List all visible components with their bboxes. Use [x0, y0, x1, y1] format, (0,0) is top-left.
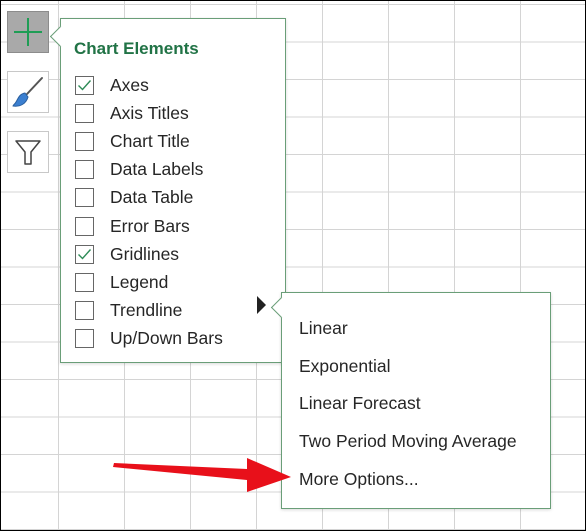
checkmark-icon	[78, 79, 92, 91]
element-item-gridlines[interactable]: Gridlines	[75, 240, 223, 268]
checkmark-icon	[78, 248, 92, 260]
funnel-icon	[15, 140, 41, 165]
chart-elements-popup: Chart Elements Axes Axis Titles Chart Ti…	[49, 18, 286, 363]
element-label: Data Labels	[110, 159, 204, 180]
element-label: Up/Down Bars	[110, 328, 223, 349]
trendline-option-two-period-moving-average[interactable]: Two Period Moving Average	[299, 423, 517, 461]
chart-elements-button[interactable]	[7, 11, 49, 53]
element-item-data-table[interactable]: Data Table	[75, 184, 223, 212]
element-label: Axes	[110, 74, 149, 95]
element-item-up-down-bars[interactable]: Up/Down Bars	[75, 325, 223, 353]
plus-icon	[14, 18, 42, 46]
paintbrush-icon	[12, 77, 43, 107]
element-item-legend[interactable]: Legend	[75, 268, 223, 296]
element-item-data-labels[interactable]: Data Labels	[75, 156, 223, 184]
legend-checkbox[interactable]	[75, 272, 94, 292]
trendline-submenu-arrow-icon[interactable]	[257, 296, 266, 314]
trendline-submenu: Linear Exponential Linear Forecast Two P…	[270, 292, 551, 509]
element-label: Error Bars	[110, 215, 190, 236]
popup-title: Chart Elements	[74, 39, 199, 58]
chart-styles-button[interactable]	[7, 71, 49, 113]
trendline-checkbox[interactable]	[75, 301, 94, 321]
trendline-options-list: Linear Exponential Linear Forecast Two P…	[299, 310, 517, 498]
element-label: Chart Title	[110, 130, 190, 151]
error-bars-checkbox[interactable]	[75, 216, 94, 236]
element-label: Legend	[110, 271, 169, 292]
element-label: Data Table	[110, 187, 194, 208]
chart-elements-list: Axes Axis Titles Chart Title Data Labels…	[75, 71, 223, 353]
element-item-trendline[interactable]: Trendline	[75, 297, 223, 325]
trendline-option-more-options[interactable]: More Options...	[299, 460, 517, 498]
element-item-error-bars[interactable]: Error Bars	[75, 212, 223, 240]
gridlines-checkbox[interactable]	[75, 244, 94, 264]
data-labels-checkbox[interactable]	[75, 160, 94, 180]
element-label: Trendline	[110, 300, 183, 321]
element-label: Gridlines	[110, 243, 180, 264]
trendline-option-linear[interactable]: Linear	[299, 310, 517, 348]
up-down-bars-checkbox[interactable]	[75, 329, 94, 349]
data-table-checkbox[interactable]	[75, 188, 94, 208]
chart-filters-button[interactable]	[7, 131, 49, 173]
axis-titles-checkbox[interactable]	[75, 103, 94, 123]
element-item-chart-title[interactable]: Chart Title	[75, 127, 223, 155]
trendline-option-exponential[interactable]: Exponential	[299, 348, 517, 386]
element-item-axis-titles[interactable]: Axis Titles	[75, 99, 223, 127]
chart-title-checkbox[interactable]	[75, 131, 94, 151]
spreadsheet-area: Chart Elements Axes Axis Titles Chart Ti…	[0, 0, 586, 531]
trendline-option-linear-forecast[interactable]: Linear Forecast	[299, 385, 517, 423]
element-item-axes[interactable]: Axes	[75, 71, 223, 99]
element-label: Axis Titles	[110, 102, 189, 123]
axes-checkbox[interactable]	[75, 75, 94, 95]
